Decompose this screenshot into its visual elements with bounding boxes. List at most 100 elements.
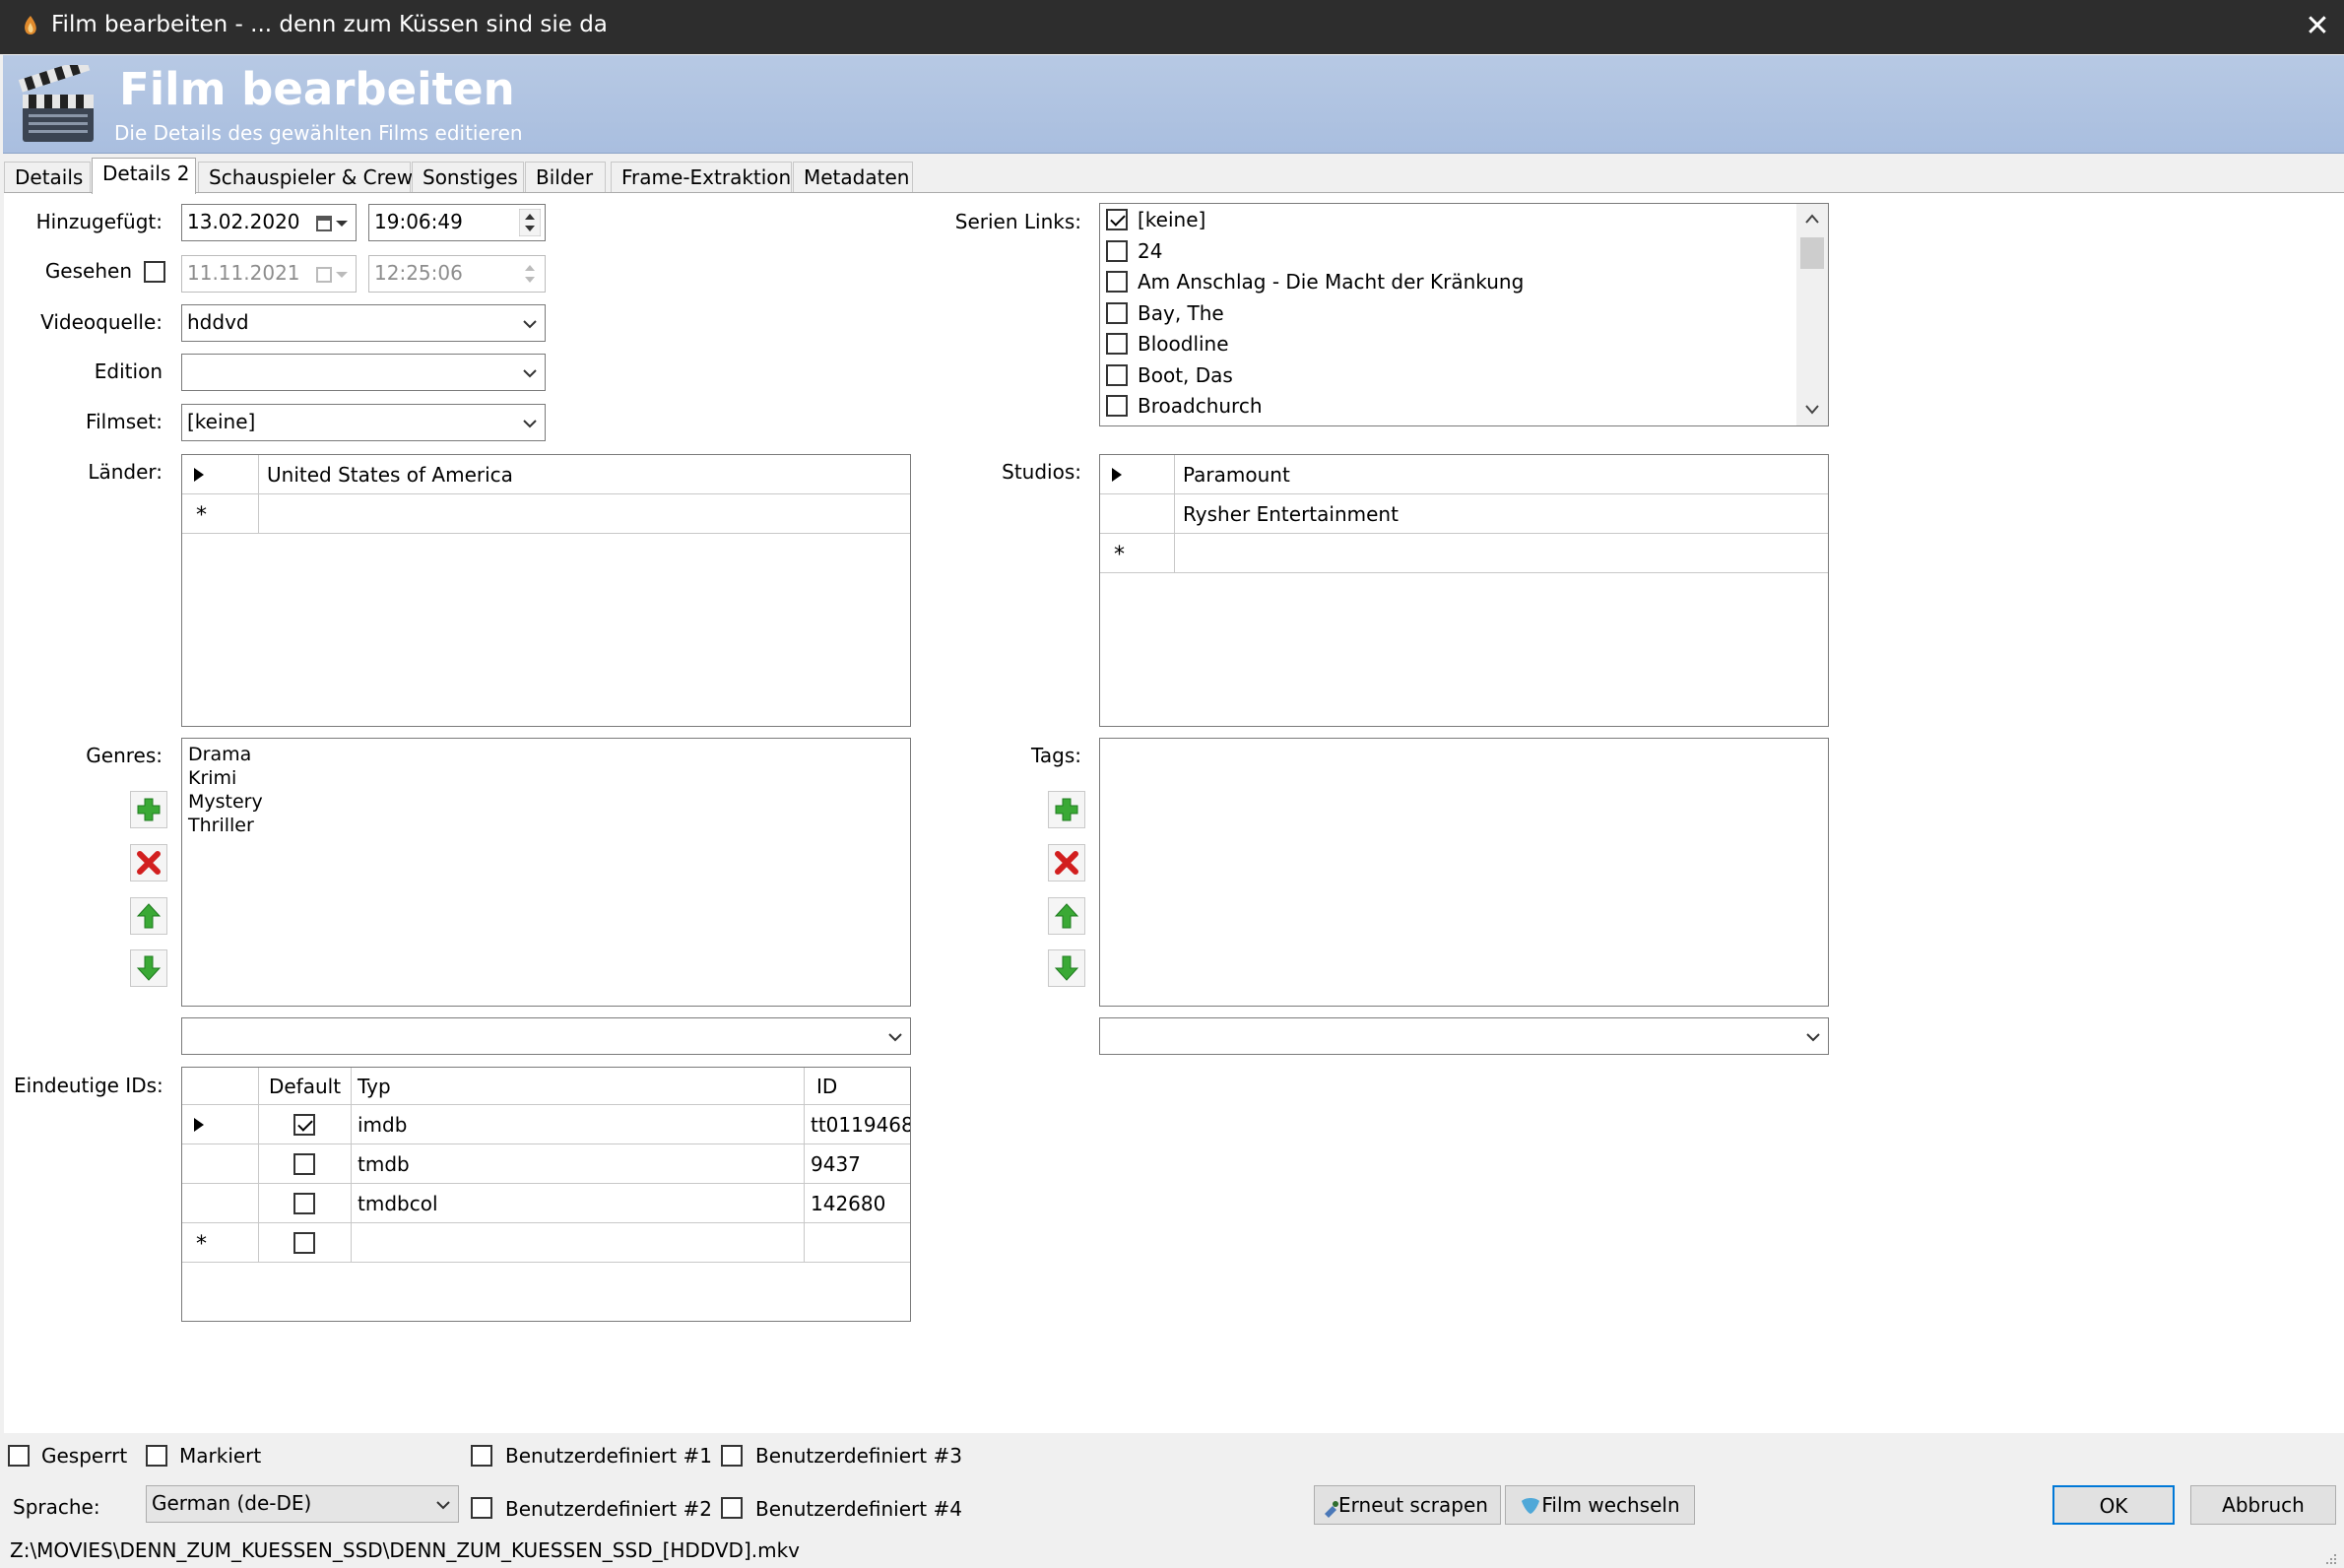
added-date-picker[interactable]: 13.02.2020	[181, 204, 357, 241]
custom3-checkbox[interactable]	[721, 1445, 743, 1467]
new-row[interactable]: *	[1100, 534, 1828, 573]
tab-details-2[interactable]: Details 2	[92, 158, 196, 194]
series-scrollbar[interactable]	[1796, 204, 1828, 425]
watched-date-picker[interactable]: 11.11.2021	[181, 255, 357, 293]
new-row[interactable]: *	[182, 494, 910, 534]
move-genre-up-button[interactable]	[130, 897, 167, 935]
series-checkbox[interactable]	[1106, 395, 1128, 417]
new-row[interactable]: *	[182, 1223, 910, 1263]
change-movie-icon	[1522, 1498, 1539, 1514]
watched-time-spinner[interactable]: 12:25:06	[368, 255, 546, 293]
tab-actors-crew[interactable]: Schauspieler & Crew	[198, 162, 413, 193]
remove-icon	[1055, 851, 1078, 875]
id-default-checkbox[interactable]	[293, 1153, 315, 1175]
custom2-checkbox[interactable]	[471, 1497, 492, 1519]
arrow-up-icon	[1054, 903, 1079, 929]
list-item[interactable]: Drama	[188, 743, 904, 766]
id-type-cell[interactable]: tmdb	[352, 1144, 805, 1183]
added-time-spinner[interactable]: 19:06:49	[368, 204, 546, 241]
tab-frame-extraction[interactable]: Frame-Extraktion	[611, 162, 792, 193]
tag-select[interactable]	[1099, 1017, 1829, 1055]
videosource-value: hddvd	[187, 310, 249, 334]
movieset-select[interactable]: [keine]	[181, 404, 546, 441]
plus-icon	[1055, 798, 1078, 821]
unique-ids-grid[interactable]: Default Typ ID imdb tt0119468 tmdb 9437 …	[181, 1067, 911, 1322]
id-value-cell[interactable]: 142680	[805, 1184, 910, 1222]
id-value-cell[interactable]: tt0119468	[805, 1105, 910, 1143]
countries-grid[interactable]: United States of America *	[181, 454, 911, 727]
language-value: German (de-DE)	[152, 1491, 312, 1515]
table-row[interactable]: imdb tt0119468	[182, 1105, 910, 1144]
series-checkbox[interactable]	[1106, 333, 1128, 355]
custom1-label: Benutzerdefiniert #1	[505, 1444, 712, 1468]
scroll-up-icon[interactable]	[1805, 213, 1819, 225]
ids-header-default[interactable]: Default	[259, 1068, 352, 1104]
clapperboard-icon	[18, 65, 94, 142]
id-default-checkbox[interactable]	[293, 1193, 315, 1214]
id-type-cell[interactable]: tmdbcol	[352, 1184, 805, 1222]
genres-list[interactable]: Drama Krimi Mystery Thriller	[181, 738, 911, 1007]
studios-grid[interactable]: Paramount Rysher Entertainment *	[1099, 454, 1829, 727]
table-row[interactable]: tmdbcol 142680	[182, 1184, 910, 1223]
tab-details[interactable]: Details	[4, 162, 91, 193]
time-spin-icon[interactable]	[519, 209, 541, 236]
tab-images[interactable]: Bilder	[525, 162, 606, 193]
ids-header-id[interactable]: ID	[805, 1068, 910, 1104]
scrollbar-thumb[interactable]	[1800, 237, 1824, 269]
table-row[interactable]: tmdb 9437	[182, 1144, 910, 1184]
move-tag-up-button[interactable]	[1048, 897, 1085, 935]
tags-list[interactable]	[1099, 738, 1829, 1007]
marked-checkbox[interactable]	[146, 1445, 167, 1467]
add-tag-button[interactable]	[1048, 791, 1085, 828]
studio-cell[interactable]: Paramount	[1175, 455, 1828, 493]
series-checkbox[interactable]	[1106, 364, 1128, 386]
series-checkbox[interactable]	[1106, 302, 1128, 324]
series-checkbox[interactable]	[1106, 240, 1128, 262]
header-title: Film bearbeiten	[119, 63, 515, 115]
series-links-list[interactable]: [keine] 24 Am Anschlag - Die Macht der K…	[1099, 203, 1829, 426]
app-icon	[25, 16, 36, 34]
tab-misc[interactable]: Sonstiges	[412, 162, 524, 193]
table-row[interactable]: Paramount	[1100, 455, 1828, 494]
language-select[interactable]: German (de-DE)	[146, 1485, 459, 1523]
list-item[interactable]: Krimi	[188, 766, 904, 790]
close-icon[interactable]: ✕	[2299, 8, 2336, 45]
list-item[interactable]: Mystery	[188, 790, 904, 814]
tab-metadata[interactable]: Metadaten	[793, 162, 913, 193]
cancel-button[interactable]: Abbruch	[2190, 1485, 2336, 1525]
file-path-status: Z:\MOVIES\DENN_ZUM_KUESSEN_SSD\DENN_ZUM_…	[10, 1538, 801, 1562]
remove-genre-button[interactable]	[130, 844, 167, 882]
add-genre-button[interactable]	[130, 791, 167, 828]
rescrape-button[interactable]: Erneut scrapen	[1314, 1485, 1501, 1525]
resize-grip-icon[interactable]	[2322, 1550, 2338, 1566]
list-item[interactable]: Thriller	[188, 814, 904, 837]
table-row[interactable]: Rysher Entertainment	[1100, 494, 1828, 534]
scroll-down-icon[interactable]	[1805, 404, 1819, 416]
studio-cell[interactable]: Rysher Entertainment	[1175, 494, 1828, 533]
ids-header-type[interactable]: Typ	[352, 1068, 805, 1104]
videosource-select[interactable]: hddvd	[181, 304, 546, 342]
watched-checkbox[interactable]	[144, 261, 165, 283]
series-checkbox[interactable]	[1106, 271, 1128, 293]
ok-button[interactable]: OK	[2052, 1485, 2175, 1525]
locked-checkbox[interactable]	[8, 1445, 30, 1467]
custom4-label: Benutzerdefiniert #4	[755, 1497, 962, 1521]
id-type-cell[interactable]: imdb	[352, 1105, 805, 1143]
calendar-dropdown-icon[interactable]	[316, 216, 348, 231]
custom1-checkbox[interactable]	[471, 1445, 492, 1467]
genre-select[interactable]	[181, 1017, 911, 1055]
series-checkbox[interactable]	[1106, 209, 1128, 230]
id-default-checkbox[interactable]	[293, 1114, 315, 1136]
country-cell[interactable]: United States of America	[259, 455, 910, 493]
unique-ids-label: Eindeutige IDs:	[14, 1074, 163, 1097]
id-default-checkbox[interactable]	[293, 1232, 315, 1254]
change-movie-button[interactable]: Film wechseln	[1505, 1485, 1695, 1525]
edition-select[interactable]	[181, 354, 546, 391]
id-value-cell[interactable]: 9437	[805, 1144, 910, 1183]
current-row-icon	[194, 1118, 204, 1132]
table-row[interactable]: United States of America	[182, 455, 910, 494]
remove-tag-button[interactable]	[1048, 844, 1085, 882]
move-genre-down-button[interactable]	[130, 949, 167, 987]
move-tag-down-button[interactable]	[1048, 949, 1085, 987]
custom4-checkbox[interactable]	[721, 1497, 743, 1519]
